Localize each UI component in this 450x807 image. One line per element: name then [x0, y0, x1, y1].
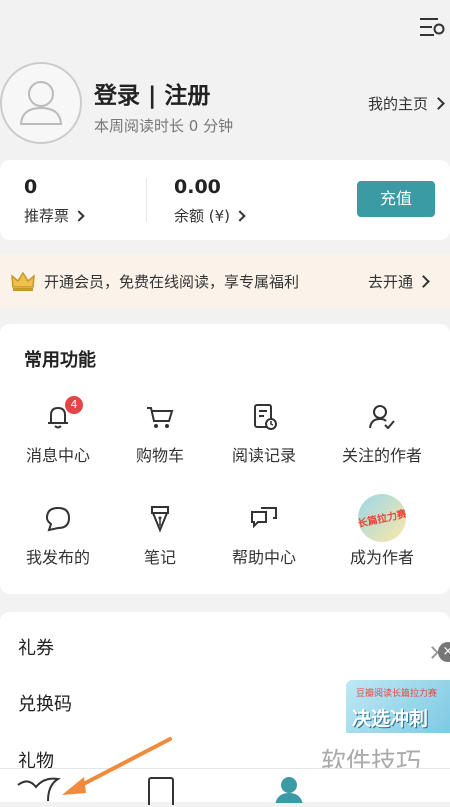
unread-badge: 4: [65, 396, 83, 414]
crown-icon: [11, 271, 35, 291]
chat-bubble-icon: [45, 506, 71, 532]
recharge-button[interactable]: 充值: [357, 181, 435, 217]
my-homepage-label: 我的主页: [368, 95, 429, 113]
close-icon: ×: [442, 644, 450, 659]
chevron-right-icon: [234, 210, 246, 222]
chevron-right-icon: [417, 275, 430, 288]
my-homepage-link[interactable]: 我的主页: [368, 93, 445, 114]
votes-label: 推荐票: [24, 207, 70, 225]
vip-text: 开通会员，免费在线阅读，享专属福利: [44, 273, 300, 291]
function-label: 成为作者: [349, 548, 414, 567]
settings-icon: [420, 18, 445, 36]
vip-open-label: 去开通: [368, 273, 414, 291]
section-title: 常用功能: [24, 350, 96, 371]
avatar-placeholder-icon: [19, 81, 63, 125]
settings-button[interactable]: [416, 14, 446, 40]
wallet-divider: [146, 178, 147, 222]
function-label: 笔记: [143, 548, 176, 567]
followed-authors-item[interactable]: 关注的作者: [326, 402, 438, 466]
chevron-right-icon: [73, 210, 85, 222]
help-chat-icon: [251, 507, 277, 529]
pen-nib-icon: [151, 506, 169, 533]
votes-link[interactable]: 推荐票: [24, 205, 85, 226]
balance-value: 0.00: [174, 176, 221, 198]
message-center-item[interactable]: 4 消息中心: [2, 396, 114, 466]
my-posts-item[interactable]: 我发布的: [2, 504, 114, 568]
notes-item[interactable]: 笔记: [104, 504, 216, 568]
tab-profile[interactable]: [272, 775, 306, 805]
chevron-right-icon: [426, 646, 439, 659]
chevron-right-icon: [432, 97, 445, 110]
reading-history-item[interactable]: 阅读记录: [208, 402, 320, 466]
coupons-row[interactable]: 礼券: [18, 634, 54, 660]
avatar[interactable]: [0, 62, 82, 144]
promo-title: 决选冲刺: [352, 708, 429, 730]
wallet-card: 0 推荐票 0.00 余额 (¥) 充值: [0, 160, 450, 240]
promo-subtitle: 豆瓣阅读长篇拉力赛: [356, 689, 438, 699]
become-author-item[interactable]: 长篇拉力赛 成为作者: [326, 494, 438, 568]
shopping-cart-item[interactable]: 购物车: [104, 402, 216, 466]
balance-label: 余额 (¥): [174, 207, 231, 225]
login-register-link[interactable]: 登录 | 注册: [94, 76, 210, 110]
function-label: 购物车: [135, 446, 184, 465]
become-author-badge-icon: 长篇拉力赛: [358, 494, 406, 542]
reading-history-icon: [254, 404, 277, 430]
annotation-arrow: [62, 737, 172, 795]
redeem-code-row[interactable]: 兑换码: [18, 690, 72, 716]
promo-banner[interactable]: 豆瓣阅读长篇拉力赛 决选冲刺: [346, 680, 450, 736]
function-label: 阅读记录: [231, 446, 296, 465]
balance-link[interactable]: 余额 (¥): [174, 205, 246, 226]
votes-value: 0: [24, 176, 38, 198]
badge-text: 长篇拉力赛: [358, 508, 406, 531]
function-label: 我发布的: [25, 548, 90, 567]
profile-icon: [275, 777, 303, 805]
vip-open-link[interactable]: 去开通: [368, 271, 430, 292]
vip-banner[interactable]: 开通会员，免费在线阅读，享专属福利 去开通: [0, 254, 450, 308]
help-center-item[interactable]: 帮助中心: [208, 504, 320, 568]
function-label: 消息中心: [25, 446, 90, 465]
follow-author-icon: [369, 405, 395, 430]
reading-time: 本周阅读时长 0 分钟: [94, 117, 234, 135]
cart-icon: [147, 407, 174, 428]
function-label: 帮助中心: [231, 548, 296, 567]
function-label: 关注的作者: [341, 446, 422, 465]
common-functions-card: 常用功能 4 消息中心 购物车 阅读记录 关注的作者 我发布的 笔记 帮助中心 …: [0, 324, 450, 594]
